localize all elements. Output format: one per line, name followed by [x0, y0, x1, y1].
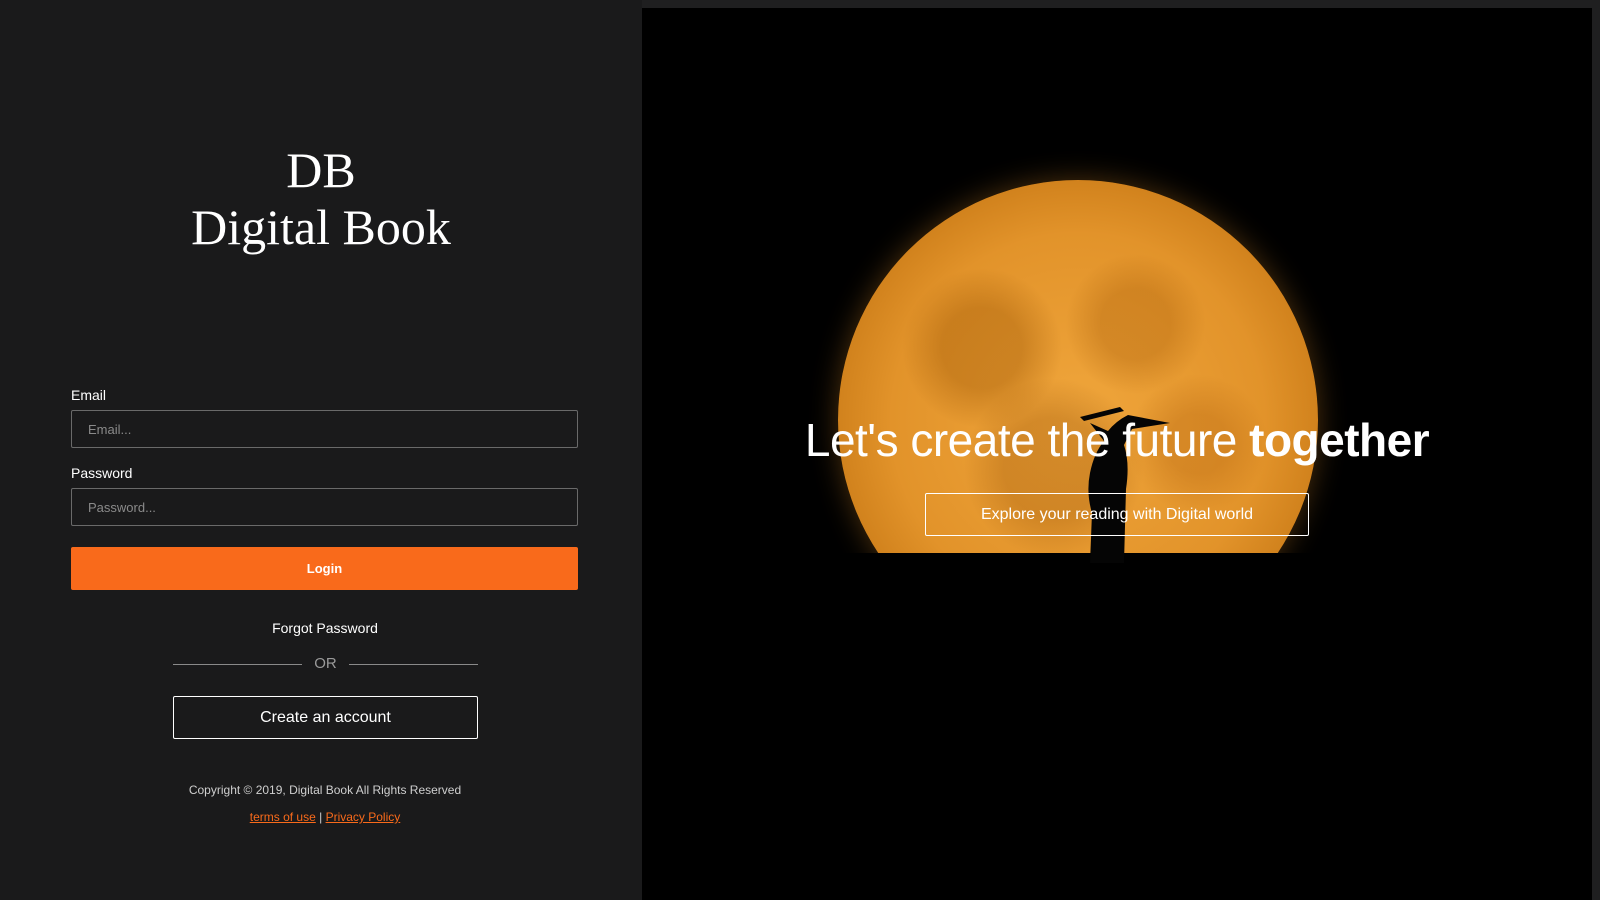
email-field[interactable] — [71, 410, 578, 448]
horizon-shadow — [792, 553, 1372, 753]
password-group: Password — [71, 464, 578, 526]
hero-headline-regular: Let's create the future — [804, 414, 1250, 466]
login-page: DB Digital Book Email Password Login For… — [0, 0, 1600, 900]
email-group: Email — [71, 386, 578, 448]
separator-line-right — [349, 664, 478, 665]
copyright-text: Copyright © 2019, Digital Book All Right… — [188, 783, 462, 797]
hero-panel: Let's create the future together Explore… — [642, 8, 1592, 900]
brand-abbreviation: DB — [286, 142, 356, 198]
hero-headline-bold: together — [1249, 414, 1430, 466]
privacy-policy-link[interactable]: Privacy Policy — [326, 810, 401, 824]
login-form: Email Password Login — [71, 386, 578, 590]
hero-headline: Let's create the future together — [642, 412, 1592, 468]
explore-button[interactable]: Explore your reading with Digital world — [925, 493, 1309, 536]
password-label: Password — [71, 465, 133, 481]
create-account-button[interactable]: Create an account — [173, 696, 478, 739]
email-label: Email — [71, 387, 107, 403]
terms-of-use-link[interactable]: terms of use — [250, 810, 316, 824]
or-separator: OR — [173, 654, 478, 674]
login-button[interactable]: Login — [71, 547, 578, 590]
forgot-password-link[interactable]: Forgot Password — [0, 620, 650, 636]
separator-line-left — [173, 664, 302, 665]
legal-divider: | — [315, 810, 326, 824]
login-panel: DB Digital Book Email Password Login For… — [0, 0, 642, 900]
brand-logo: DB Digital Book — [0, 142, 642, 256]
password-field[interactable] — [71, 488, 578, 526]
brand-name: Digital Book — [191, 199, 451, 255]
legal-links: terms of use | Privacy Policy — [0, 810, 650, 824]
separator-text: OR — [314, 655, 337, 672]
